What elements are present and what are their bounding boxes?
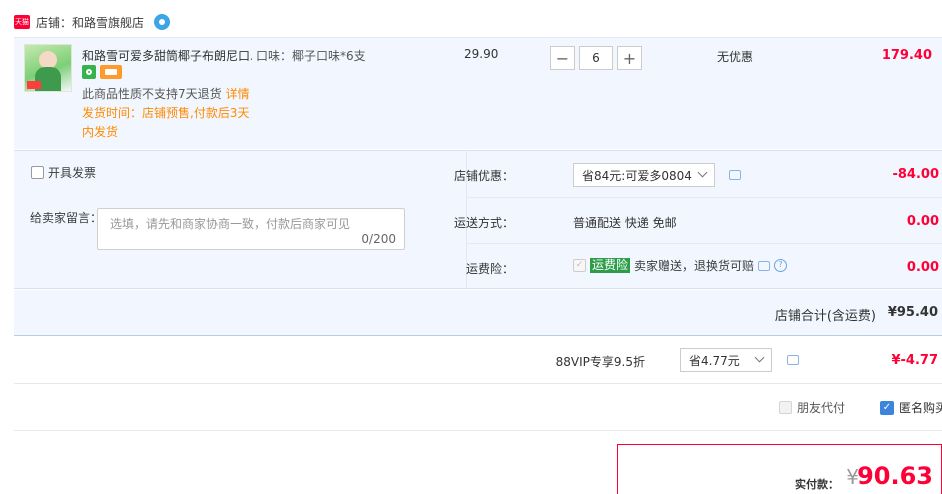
insurance-text: 卖家赠送，退换货可赔 <box>634 259 755 273</box>
vip-discount-select[interactable]: 省4.77元 <box>680 348 772 372</box>
vip-discount-label: 88VIP专享9.5折 <box>555 355 645 369</box>
quantity-input[interactable]: 6 <box>579 46 613 70</box>
payment-summary: 实付款： ¥ 90.63 <box>617 444 942 494</box>
friend-pay-label: 朋友代付 <box>797 401 846 415</box>
chat-seller-icon[interactable] <box>154 14 171 30</box>
friend-pay-option[interactable]: 朋友代付 <box>779 399 845 416</box>
anonymous-checkbox[interactable]: ✓ <box>880 400 894 415</box>
guarantee-icon <box>82 65 96 79</box>
invoice-option[interactable]: 开具发票 <box>31 164 96 181</box>
insurance-chat-icon[interactable] <box>758 260 771 271</box>
insurance-option: ✓ 运费险 卖家赠送，退换货可赔 ? <box>573 257 788 274</box>
store-total-row: 店铺合计(含运费) ¥95.40 <box>14 290 942 336</box>
product-sku: 口味：椰子口味*6支 <box>256 49 366 63</box>
insurance-tag: 运费险 <box>590 258 631 273</box>
invoice-checkbox[interactable] <box>31 166 44 179</box>
shop-coupon-row: 店铺优惠： 省84元:可爱多0804 -84.00 <box>454 151 942 197</box>
order-item-row: 和路雪可爱多甜筒椰子布朗尼口... 口味：椰子口味*6支 此商品性质不支持7天退… <box>14 37 942 149</box>
coupon-chat-icon[interactable] <box>729 170 741 180</box>
buyer-options: 开具发票 给卖家留言： 选填，请先和商家协商一致，付款后商家可见 0/200 <box>14 151 465 288</box>
item-subtotal: 179.40 <box>881 48 932 63</box>
seller-message-textarea[interactable]: 选填，请先和商家协商一致，付款后商家可见 0/200 <box>97 208 405 250</box>
decrease-quantity-button[interactable]: − <box>550 46 575 70</box>
payment-amount: 90.63 <box>857 462 933 490</box>
shipping-method-row: 运送方式： 普通配送 快递 免邮 0.00 <box>454 197 942 243</box>
product-title-link[interactable]: 和路雪可爱多甜筒椰子布朗尼口... <box>82 47 252 64</box>
message-label: 给卖家留言： <box>30 211 103 225</box>
return-details-link[interactable]: 详情 <box>226 87 250 101</box>
order-adjustments: 店铺优惠： 省84元:可爱多0804 -84.00 运送方式： 普通配送 快递 … <box>454 151 942 289</box>
shop-header: 天猫 店铺：和路雪旗舰店 <box>14 12 171 32</box>
item-discount: 无优惠 <box>717 50 754 64</box>
quantity-stepper: − 6 + <box>550 46 642 70</box>
insurance-amount: 0.00 <box>906 260 939 275</box>
service-icons <box>82 65 122 79</box>
store-total-label: 店铺合计(含运费) <box>774 309 876 324</box>
insurance-checkbox: ✓ <box>573 259 586 272</box>
insurance-label: 运费险： <box>465 262 514 276</box>
chevron-down-icon <box>697 167 708 178</box>
invoice-label: 开具发票 <box>48 166 97 180</box>
payment-label: 实付款： <box>795 478 839 491</box>
extra-options-row: 朋友代付 ✓ 匿名购买 <box>14 385 942 431</box>
friend-pay-checkbox[interactable] <box>779 401 792 414</box>
anonymous-label: 匿名购买 <box>899 401 942 415</box>
help-icon[interactable]: ? <box>774 259 788 272</box>
anonymous-purchase-option[interactable]: ✓ 匿名购买 <box>880 399 942 416</box>
unit-price: 29.90 <box>464 47 499 61</box>
tmall-logo-icon: 天猫 <box>14 15 30 29</box>
store-total-amount: ¥95.40 <box>887 305 938 320</box>
shop-name[interactable]: 店铺：和路雪旗舰店 <box>36 14 144 31</box>
vip-chat-icon[interactable] <box>787 355 799 365</box>
credit-card-icon <box>100 65 122 79</box>
increase-quantity-button[interactable]: + <box>617 46 642 70</box>
shipping-method-value: 普通配送 快递 免邮 <box>573 216 677 230</box>
vip-discount-row: 88VIP专享9.5折 省4.77元 ¥-4.77 <box>14 338 942 384</box>
shop-coupon-label: 店铺优惠： <box>453 169 514 183</box>
shop-coupon-amount: -84.00 <box>892 167 939 182</box>
shop-coupon-select[interactable]: 省84元:可爱多0804 <box>573 163 715 187</box>
chevron-down-icon <box>754 352 765 363</box>
message-placeholder: 选填，请先和商家协商一致，付款后商家可见 <box>110 217 351 231</box>
return-policy-note: 此商品性质不支持7天退货 详情 <box>82 87 250 101</box>
order-options-panel: 开具发票 给卖家留言： 选填，请先和商家协商一致，付款后商家可见 0/200 店… <box>14 150 942 289</box>
vip-discount-amount: ¥-4.77 <box>891 353 938 368</box>
product-thumbnail[interactable] <box>24 44 72 92</box>
shipping-method-label: 运送方式： <box>453 216 514 230</box>
shipping-insurance-row: 运费险： ✓ 运费险 卖家赠送，退换货可赔 ? 0.00 <box>465 243 942 289</box>
message-char-count: 0/200 <box>361 232 396 246</box>
shipping-fee: 0.00 <box>906 214 939 229</box>
shipping-time-note: 发货时间：店铺预售,付款后3天内发货 <box>82 106 250 139</box>
